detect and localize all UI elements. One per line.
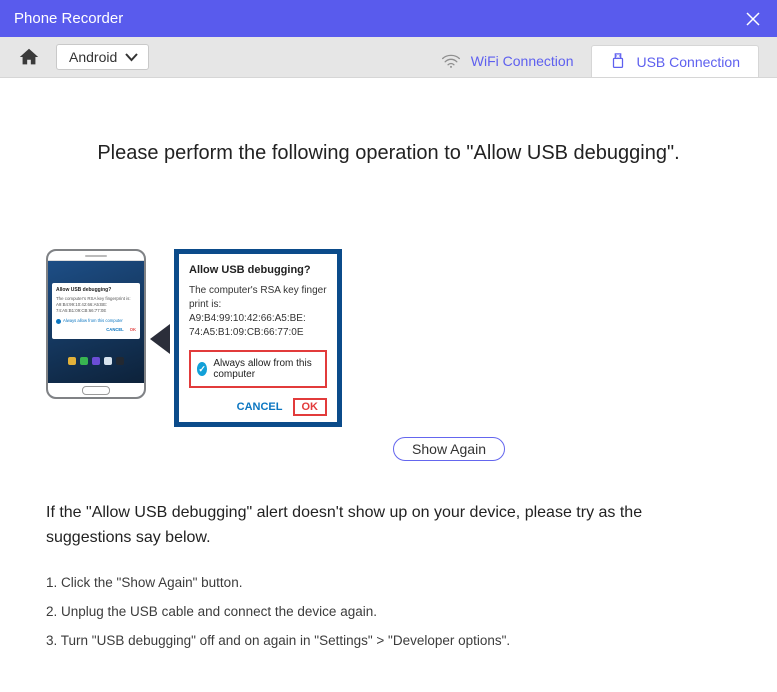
step-1: 1. Click the "Show Again" button. bbox=[46, 575, 731, 590]
dialog-title: Allow USB debugging? bbox=[189, 264, 327, 276]
title-bar: Phone Recorder bbox=[0, 0, 777, 37]
wifi-icon bbox=[441, 53, 461, 69]
phone-mini-dialog: Allow USB debugging? The computer's RSA … bbox=[52, 283, 140, 339]
check-icon: ✓ bbox=[197, 362, 207, 376]
home-icon bbox=[18, 46, 40, 68]
chevron-down-icon bbox=[125, 49, 138, 65]
app-title: Phone Recorder bbox=[14, 10, 123, 27]
content-area: Please perform the following operation t… bbox=[0, 78, 777, 692]
usb-debugging-dialog: Allow USB debugging? The computer's RSA … bbox=[174, 249, 342, 427]
close-button[interactable] bbox=[743, 9, 763, 29]
tab-usb-connection[interactable]: USB Connection bbox=[591, 45, 759, 77]
toolbar: Android WiFi Connection USB Connection bbox=[0, 37, 777, 78]
platform-select[interactable]: Android bbox=[56, 44, 149, 70]
tab-wifi-connection[interactable]: WiFi Connection bbox=[423, 45, 592, 77]
troubleshoot-steps: 1. Click the "Show Again" button. 2. Unp… bbox=[46, 575, 731, 648]
always-allow-highlight: ✓ Always allow from this computer bbox=[189, 350, 327, 388]
phone-mockup: Allow USB debugging? The computer's RSA … bbox=[46, 249, 146, 399]
always-allow-label: Always allow from this computer bbox=[213, 358, 319, 380]
usb-icon bbox=[610, 53, 626, 71]
dialog-cancel: CANCEL bbox=[237, 401, 283, 413]
troubleshoot-heading: If the "Allow USB debugging" alert doesn… bbox=[46, 501, 726, 551]
step-3: 3. Turn "USB debugging" off and on again… bbox=[46, 633, 731, 648]
step-2: 2. Unplug the USB cable and connect the … bbox=[46, 604, 731, 619]
close-icon bbox=[745, 11, 761, 27]
zoom-arrow-icon bbox=[152, 318, 172, 358]
tab-usb-label: USB Connection bbox=[636, 54, 740, 70]
illustration-row: Allow USB debugging? The computer's RSA … bbox=[46, 249, 731, 427]
dialog-ok-highlight: OK bbox=[293, 398, 328, 416]
home-button[interactable] bbox=[16, 44, 42, 70]
headline: Please perform the following operation t… bbox=[46, 142, 731, 165]
connection-tabs: WiFi Connection USB Connection bbox=[423, 45, 759, 77]
platform-select-label: Android bbox=[69, 49, 117, 65]
dialog-body: The computer's RSA key fingerprint is: A… bbox=[189, 284, 327, 340]
show-again-button[interactable]: Show Again bbox=[393, 437, 505, 461]
tab-wifi-label: WiFi Connection bbox=[471, 53, 574, 69]
